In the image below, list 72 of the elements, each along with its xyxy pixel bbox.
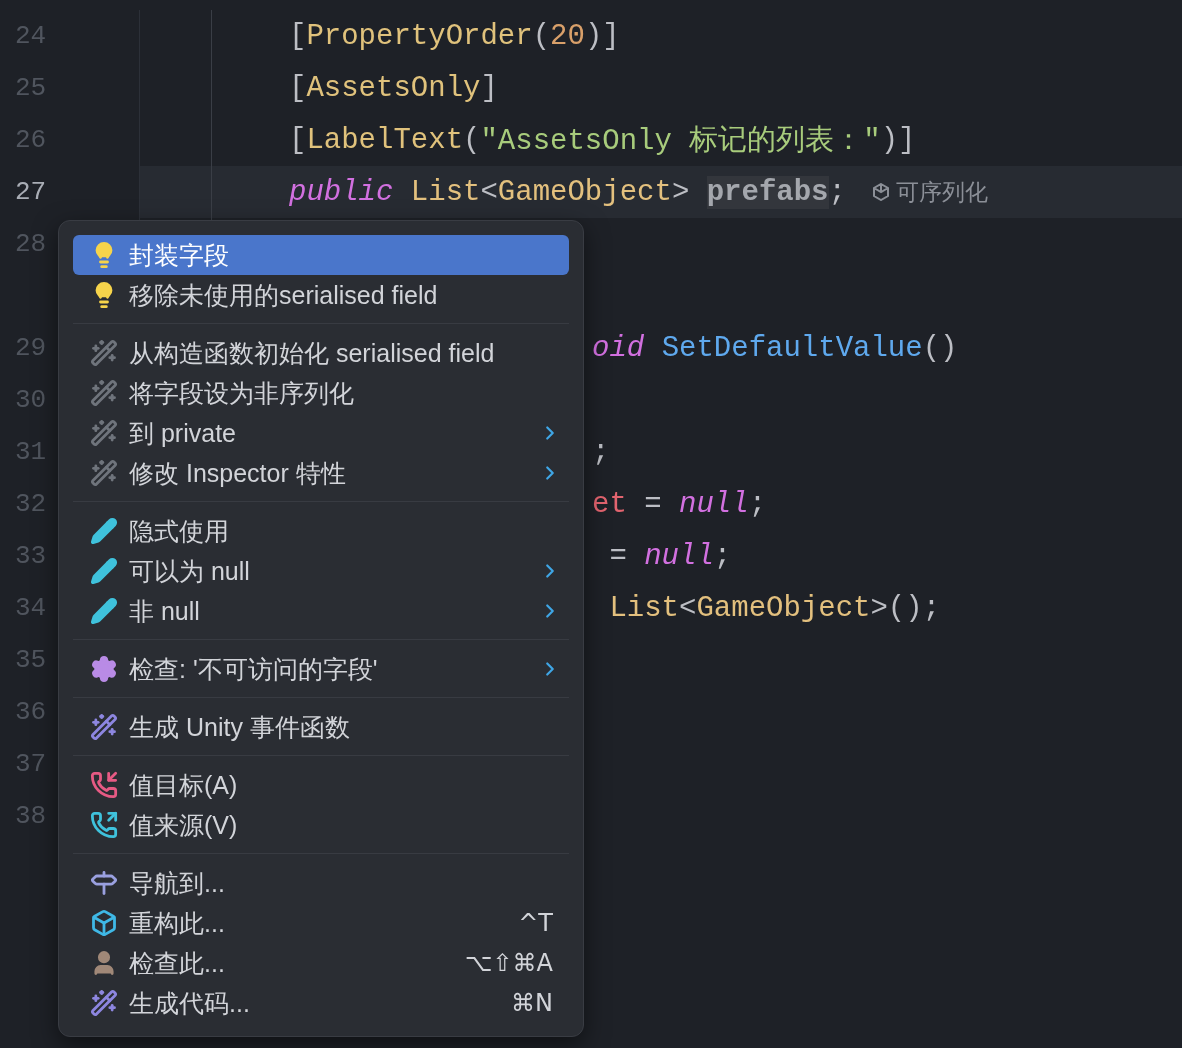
phone-outgoing-icon bbox=[90, 811, 118, 839]
code-token: null bbox=[679, 487, 749, 521]
menu-item[interactable]: 可以为 null bbox=[73, 551, 569, 591]
code-token: [ bbox=[289, 19, 307, 53]
code-token: ; bbox=[713, 539, 732, 573]
settings-icon bbox=[90, 655, 118, 683]
code-token: ( bbox=[463, 123, 481, 157]
wand-icon bbox=[90, 713, 118, 741]
code-token: null bbox=[644, 539, 714, 573]
inlay-hint: 可序列化 bbox=[895, 177, 988, 207]
menu-item[interactable]: 生成 Unity 事件函数 bbox=[73, 707, 569, 747]
code-token: prefabs bbox=[706, 175, 829, 209]
menu-item[interactable]: 值来源(V) bbox=[73, 805, 569, 845]
code-token: GameObject bbox=[696, 591, 871, 625]
code-token: [ bbox=[289, 123, 307, 157]
code-token: ; bbox=[828, 175, 846, 209]
wand-icon bbox=[90, 339, 118, 367]
code-token: PropertyOrder bbox=[306, 19, 533, 53]
menu-item[interactable]: 从构造函数初始化 serialised field bbox=[73, 333, 569, 373]
menu-item[interactable]: 导航到... bbox=[73, 863, 569, 903]
code-token: et bbox=[592, 487, 627, 521]
code-token: >(); bbox=[870, 591, 941, 625]
menu-item[interactable]: 检查: '不可访问的字段' bbox=[73, 649, 569, 689]
wand-icon bbox=[90, 379, 118, 407]
code-token: ] bbox=[480, 71, 498, 105]
code-token: AssetsOnly bbox=[306, 71, 481, 105]
code-token: )] bbox=[880, 123, 916, 157]
code-token: oid bbox=[592, 331, 646, 365]
code-token: = bbox=[608, 539, 628, 573]
code-token: public bbox=[289, 175, 395, 209]
cube-icon bbox=[871, 183, 890, 201]
code-token: "AssetsOnly 标记的列表：" bbox=[480, 124, 881, 160]
menu-item[interactable]: 值目标(A) bbox=[73, 765, 569, 805]
code-token: [ bbox=[289, 71, 307, 105]
wand-icon bbox=[90, 419, 118, 447]
code-token: LabelText bbox=[306, 123, 464, 157]
code-token: < bbox=[679, 591, 697, 625]
code-token: 20 bbox=[550, 19, 585, 53]
menu-item[interactable]: 检查此... ⌥⇧⌘A bbox=[73, 943, 569, 983]
wand-icon bbox=[90, 989, 118, 1017]
shortcut-label: ⌥⇧⌘A bbox=[464, 949, 553, 977]
code-token: SetDefaultValue bbox=[661, 331, 923, 365]
shortcut-label: ⌘N bbox=[511, 989, 553, 1017]
wand-icon bbox=[90, 459, 118, 487]
menu-item[interactable]: 生成代码... ⌘N bbox=[73, 983, 569, 1023]
code-token: GameObject bbox=[497, 175, 672, 209]
menu-item[interactable]: 重构此... ^T bbox=[73, 903, 569, 943]
code-token: = bbox=[643, 487, 663, 521]
signpost-icon bbox=[90, 869, 118, 897]
code-token: )] bbox=[584, 19, 620, 53]
menu-item[interactable]: 隐式使用 bbox=[73, 511, 569, 551]
menu-item[interactable]: 修改 Inspector 特性 bbox=[73, 453, 569, 493]
code-token: List bbox=[608, 591, 679, 625]
menu-item[interactable]: 移除未使用的serialised field bbox=[73, 275, 569, 315]
pencil-icon bbox=[90, 517, 118, 545]
cube-icon bbox=[90, 909, 118, 937]
phone-incoming-icon bbox=[90, 771, 118, 799]
menu-item[interactable]: 将字段设为非序列化 bbox=[73, 373, 569, 413]
code-token: ( bbox=[532, 19, 551, 53]
code-token: > bbox=[671, 175, 691, 209]
menu-item[interactable]: 封装字段 bbox=[73, 235, 569, 275]
shortcut-label: ^T bbox=[518, 909, 553, 937]
menu-item[interactable]: 到 private bbox=[73, 413, 569, 453]
menu-item[interactable]: 非 null bbox=[73, 591, 569, 631]
pencil-icon bbox=[90, 557, 118, 585]
code-token: < bbox=[480, 175, 498, 209]
code-token: ; bbox=[748, 487, 767, 521]
code-token: ; bbox=[592, 435, 610, 469]
code-token: () bbox=[922, 331, 958, 365]
code-token: List bbox=[410, 175, 481, 209]
line-number: 27 bbox=[15, 177, 47, 207]
pencil-icon bbox=[90, 597, 118, 625]
